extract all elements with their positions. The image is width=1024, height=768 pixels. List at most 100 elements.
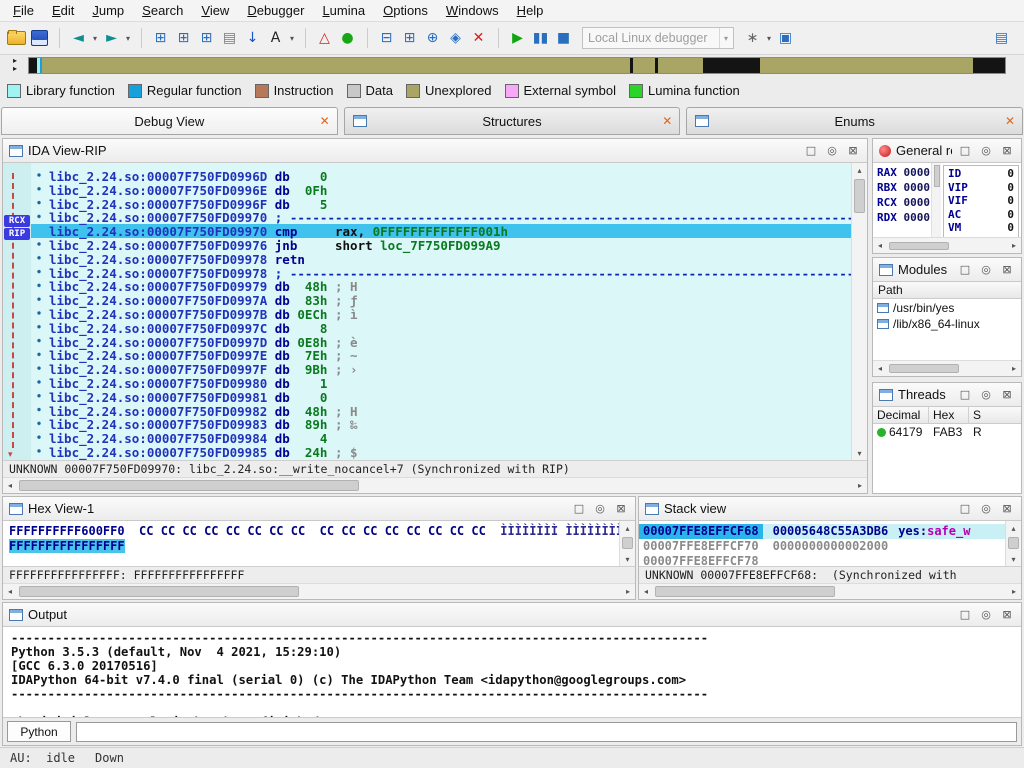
scroll-right-icon[interactable] [1007,585,1021,599]
back-icon[interactable]: ◄ [67,26,90,50]
module-row[interactable]: /usr/bin/yes [873,300,1021,316]
vertical-scrollbar[interactable] [931,163,941,237]
close-tab-icon[interactable]: ✕ [662,114,672,128]
close-tab-icon[interactable]: ✕ [320,114,330,128]
RAX[interactable]: RAX 0000 [877,165,931,180]
panel-titlebar[interactable]: Modules □ ◎ ⊠ [873,258,1021,282]
navigation-band[interactable] [28,57,1006,74]
close-tab-icon[interactable]: ✕ [1005,114,1015,128]
0[interactable]: libc_2.24.so:00007F750FD09981 db 0 [31,390,851,404]
python-input[interactable] [76,722,1017,742]
tab-structures[interactable]: Structures ✕ [344,107,681,135]
vertical-scrollbar[interactable] [619,521,635,566]
minimize-button[interactable]: □ [803,143,819,159]
breakpoint-delete-icon[interactable]: ✕ [467,26,490,50]
panel-titlebar[interactable]: Output □ ◎ ⊠ [3,603,1021,627]
breakpoint-add-icon[interactable]: ⊞ [398,26,421,50]
menu-item[interactable]: Lumina [313,1,374,20]
0E8h[interactable]: libc_2.24.so:00007F750FD0997D db 0E8h ; … [31,335,851,349]
breakpoint-toggle-icon[interactable]: ⊕ [421,26,444,50]
float-button[interactable]: ◎ [978,143,994,159]
stack-row[interactable]: 00007FFE8EFFCF700000000000002000 [639,539,1005,554]
scroll-right-icon[interactable] [1007,362,1021,376]
scroll-left-icon[interactable] [639,585,653,599]
24h[interactable]: libc_2.24.so:00007F750FD09985 db 24h ; $ [31,445,851,459]
scroll-down-icon[interactable] [853,446,867,460]
font-dropdown-icon[interactable]: ▾ [287,26,297,50]
close-button[interactable]: ⊠ [999,143,1015,159]
menu-item[interactable]: Windows [437,1,508,20]
column-header-decimal[interactable]: Decimal [873,407,929,423]
menu-item[interactable]: Jump [83,1,133,20]
toolbar-separator[interactable] [297,28,306,48]
float-button[interactable]: ◎ [978,387,994,403]
scrollbar-thumb[interactable] [19,480,359,491]
48h[interactable]: libc_2.24.so:00007F750FD09979 db 48h ; H [31,279,851,293]
output-log[interactable]: ----------------------------------------… [3,627,1021,718]
panel-titlebar[interactable]: Threads □ ◎ ⊠ [873,383,1021,407]
9Bh[interactable]: libc_2.24.so:00007F750FD0997F db 9Bh ; › [31,362,851,376]
toolbar-separator[interactable] [51,28,60,48]
float-button[interactable]: ◎ [978,607,994,623]
scroll-down-icon[interactable] [621,552,635,566]
disasm-line[interactable]: libc_2.24.so:00007F750FD09978 retn [31,252,851,266]
thread-row[interactable]: 64179 FAB3 R [873,424,1021,440]
horizontal-scrollbar[interactable] [873,360,1021,376]
VM[interactable]: VM0 [948,221,1014,235]
open-file-icon[interactable] [5,26,28,50]
RDX[interactable]: RDX 0000 [877,210,931,225]
horizontal-scrollbar[interactable] [873,237,1021,253]
panel-titlebar[interactable]: Hex View-1 □ ◎ ⊠ [3,497,635,521]
forward-dropdown-icon[interactable]: ▾ [123,26,133,50]
menu-item[interactable]: File [4,1,43,20]
48h[interactable]: libc_2.24.so:00007F750FD09982 db 48h ; H [31,404,851,418]
jump-address-icon[interactable]: ⊞ [149,26,172,50]
horizontal-scrollbar[interactable] [639,583,1021,599]
scroll-up-icon[interactable] [621,521,635,535]
minimize-button[interactable]: □ [571,501,587,517]
0[interactable]: libc_2.24.so:00007F750FD0996D db 0 [31,169,851,183]
navband-arrow-icon[interactable]: ▸ [13,65,17,73]
menu-item[interactable]: Edit [43,1,83,20]
float-button[interactable]: ◎ [978,262,994,278]
tab-enums[interactable]: Enums ✕ [686,107,1023,135]
jump-name-icon[interactable]: ⊞ [172,26,195,50]
menu-item[interactable]: Debugger [238,1,313,20]
scrollbar-thumb[interactable] [655,586,835,597]
float-button[interactable]: ◎ [824,143,840,159]
scroll-up-icon[interactable] [1007,521,1021,535]
toolbar-separator[interactable] [133,28,142,48]
scroll-right-icon[interactable] [1007,239,1021,253]
float-button[interactable]: ◎ [978,501,994,517]
print-segment-icon[interactable]: ▤ [218,26,241,50]
scroll-left-icon[interactable] [873,362,887,376]
4[interactable]: libc_2.24.so:00007F750FD09984 db 4 [31,431,851,445]
panel-titlebar[interactable]: Stack view □ ◎ ⊠ [639,497,1021,521]
panel-titlebar[interactable]: General registers □ ◎ ⊠ [873,139,1021,163]
produce-output-icon[interactable]: ↓ [241,26,264,50]
minimize-button[interactable]: □ [957,607,973,623]
toolbar-separator[interactable] [490,28,499,48]
0ECh[interactable]: libc_2.24.so:00007F750FD0997B db 0ECh ; … [31,307,851,321]
scroll-right-icon[interactable] [621,585,635,599]
1[interactable]: libc_2.24.so:00007F750FD09980 db 1 [31,376,851,390]
save-icon[interactable] [28,26,51,50]
breakpoint-triangle-icon[interactable]: △ [313,26,336,50]
disasm-line[interactable]: libc_2.24.so:00007F750FD09978 ; --------… [31,266,851,280]
ID[interactable]: ID0 [948,167,1014,181]
83h[interactable]: libc_2.24.so:00007F750FD0997A db 83h ; ƒ [31,293,851,307]
VIP[interactable]: VIP0 [948,181,1014,195]
menu-item[interactable]: View [192,1,238,20]
disassembly-listing[interactable]: libc_2.24.so:00007F750FD0996D db 0 libc_2… [31,163,851,460]
RCX[interactable]: RCX 0000 [877,195,931,210]
scrollbar-thumb[interactable] [854,179,865,213]
float-button[interactable]: ◎ [592,501,608,517]
tab-debug-view[interactable]: Debug View ✕ [1,107,338,135]
jump-function-icon[interactable]: ⊞ [195,26,218,50]
close-button[interactable]: ⊠ [999,387,1015,403]
stop-process-icon[interactable]: ■ [552,26,575,50]
column-header-state[interactable]: S [969,407,1021,423]
hex-line[interactable]: FFFFFFFFFFFFFFFF [9,539,619,554]
8[interactable]: libc_2.24.so:00007F750FD0997C db 8 [31,321,851,335]
menu-item[interactable]: Help [508,1,553,20]
